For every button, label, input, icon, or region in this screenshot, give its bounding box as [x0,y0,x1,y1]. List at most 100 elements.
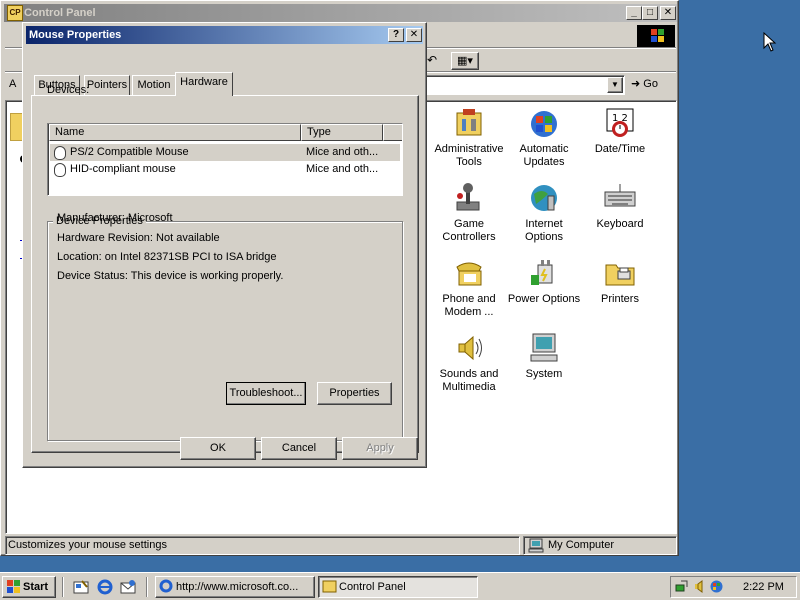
troubleshoot-button[interactable]: Troubleshoot... [226,382,306,405]
control-panel-title: Control Panel [24,7,96,19]
start-button[interactable]: Start [2,576,56,598]
keyboard-label: Keyboard [596,218,644,230]
taskbar-separator [146,577,148,597]
system-tray: 2:22 PM [670,576,797,598]
go-label: Go [643,78,658,90]
computer-icon [530,333,558,362]
column-header-filler [383,124,402,141]
task-label: http://www.microsoft.co... [176,581,299,593]
printers-item[interactable]: Printers [582,257,658,306]
apply-button[interactable]: Apply [342,437,418,460]
devices-list[interactable]: Name Type PS/2 Compatible Mouse Mice and… [47,123,403,196]
help-button[interactable]: ? [388,28,404,42]
status-text: Customizes your mouse settings [5,536,520,555]
properties-button[interactable]: Properties [317,382,392,405]
windows-flag-icon [7,580,20,593]
cancel-button[interactable]: Cancel [261,437,337,460]
address-dropdown-button[interactable]: ▼ [607,77,623,93]
address-input[interactable] [423,75,625,95]
start-label: Start [23,581,49,593]
keyboard-item[interactable]: Keyboard [582,182,658,231]
column-header-type[interactable]: Type [301,124,383,141]
tab-hardware[interactable]: Hardware [175,72,233,96]
internet-explorer-icon[interactable] [97,579,113,595]
internet-options-label: Internet Options [525,218,563,243]
internet-options-item[interactable]: Internet Options [506,182,582,244]
windows-logo-icon [637,25,675,47]
dialog-titlebar[interactable]: Mouse Properties ? ✕ [26,26,423,44]
manufacturer-line: Manufacturer: Microsoft [57,212,173,224]
ok-button[interactable]: OK [180,437,256,460]
my-computer-icon [528,538,544,553]
calendar-clock-icon: 1 2 [606,108,634,137]
views-button[interactable]: ▦▾ [451,52,479,70]
mouse-icon [54,163,66,177]
clock[interactable]: 2:22 PM [743,577,784,597]
automatic-updates-item[interactable]: Automatic Updates [506,107,582,169]
device-status-line: Device Status: This device is working pr… [57,270,284,282]
go-arrow-icon: ➜ [631,78,641,90]
minimize-button[interactable]: _ [626,6,642,20]
control-panel-titlebar[interactable]: CP Control Panel _ □ ✕ [4,4,677,22]
printers-label: Printers [601,293,639,305]
address-label: A [9,78,17,90]
windows-update-tray-icon[interactable] [709,579,724,594]
maximize-button[interactable]: □ [642,6,658,20]
go-button[interactable]: ➜ Go [631,75,671,95]
globe-icon [531,185,557,211]
mouse-properties-dialog: Mouse Properties ? ✕ Buttons Pointers Mo… [22,22,427,468]
speaker-icon [458,335,482,361]
mouse-pointer-icon [763,32,777,52]
device-type: Mice and oth... [306,163,379,175]
close-button[interactable]: ✕ [660,6,676,20]
power-options-item[interactable]: Power Options [506,257,582,306]
browser-icon [159,579,173,593]
tab-motion[interactable]: Motion [132,75,176,95]
undo-icon[interactable]: ↶ [427,53,441,67]
device-type: Mice and oth... [306,146,379,158]
column-header-name[interactable]: Name [49,124,301,141]
keyboard-icon [604,184,636,207]
windows-update-icon [531,111,557,137]
control-panel-icon [322,580,337,593]
task-button-control-panel[interactable]: Control Panel [318,576,478,598]
game-controllers-label: Game Controllers [442,218,496,243]
date-time-item[interactable]: 1 2 Date/Time [582,107,658,156]
admin-tools-icon [456,109,482,136]
phone-icon [456,262,482,286]
task-label: Control Panel [339,581,406,593]
devices-label: Devices: [47,84,90,96]
device-row[interactable]: HID-compliant mouse Mice and oth... [50,161,400,178]
status-zone: My Computer [523,536,677,555]
sounds-multimedia-label: Sounds and Multimedia [439,368,499,393]
outlook-express-icon[interactable] [120,579,136,595]
power-plug-icon [531,260,553,285]
joystick-icon [456,183,480,211]
tab-pointers[interactable]: Pointers [84,75,130,95]
show-desktop-icon[interactable] [73,579,89,595]
phone-modem-item[interactable]: Phone and Modem ... [431,257,507,319]
dialog-close-button[interactable]: ✕ [406,28,422,42]
mouse-icon [54,146,66,160]
control-panel-icon: CP [7,5,23,21]
hardware-revision-line: Hardware Revision: Not available [57,232,220,244]
dialog-title: Mouse Properties [29,29,122,41]
status-zone-label: My Computer [548,539,615,551]
task-button-browser[interactable]: http://www.microsoft.co... [155,576,315,598]
device-name: HID-compliant mouse [70,163,176,175]
device-row[interactable]: PS/2 Compatible Mouse Mice and oth... [50,144,400,161]
sounds-multimedia-item[interactable]: Sounds and Multimedia [431,332,507,394]
power-options-label: Power Options [507,293,581,305]
taskbar: Start http://www.microsoft.co... Control… [0,572,800,600]
automatic-updates-label: Automatic Updates [519,143,569,168]
game-controllers-item[interactable]: Game Controllers [431,182,507,244]
admin-tools-label: Administrative Tools [434,143,504,168]
printer-folder-icon [605,264,635,286]
status-bar: Customizes your mouse settings My Comput… [5,536,677,555]
phone-modem-label: Phone and Modem ... [442,293,496,318]
admin-tools-item[interactable]: Administrative Tools [431,107,507,169]
network-icon[interactable] [675,579,690,594]
system-label: System [525,368,563,380]
volume-icon[interactable] [693,579,708,594]
system-item[interactable]: System [506,332,582,381]
